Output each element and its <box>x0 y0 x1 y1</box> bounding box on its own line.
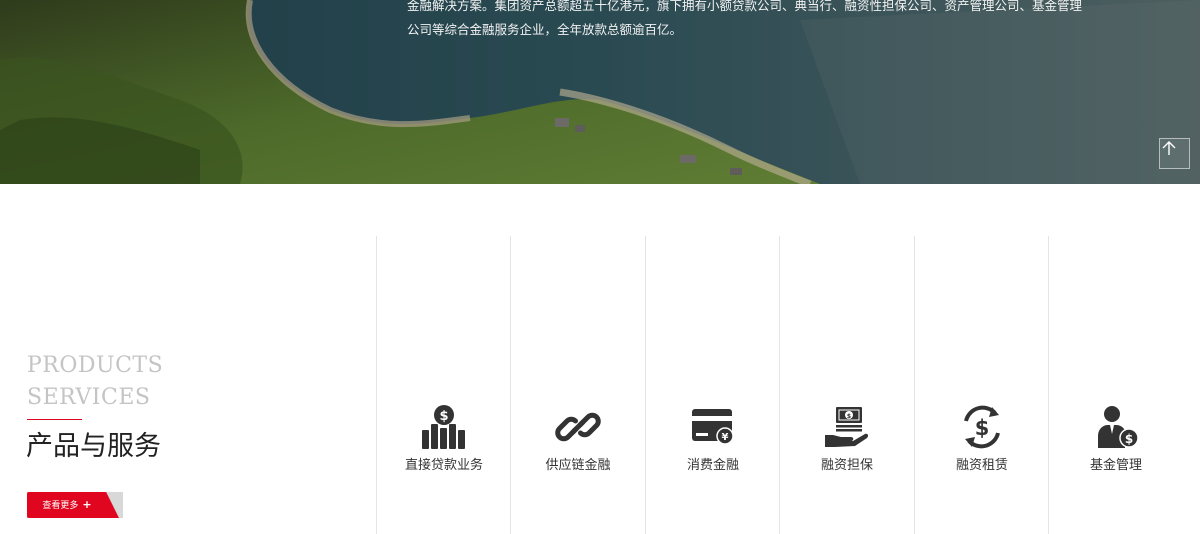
svg-text:¥: ¥ <box>722 432 729 443</box>
title-divider <box>27 419 82 420</box>
product-label: 融资担保 <box>820 458 873 473</box>
section-english-title: PRODUCTS SERVICES <box>27 350 163 414</box>
manager-dollar-icon: $ <box>1049 404 1183 450</box>
product-label: 直接贷款业务 <box>404 458 483 473</box>
arrow-up-icon <box>1162 141 1176 155</box>
products-grid: $ 直接贷款业务 供应链金融 ¥ 消费金融 $ 融资担保 $ 融资租赁 $ 基金… <box>376 236 1184 534</box>
chain-link-icon <box>511 404 645 450</box>
back-to-top-button[interactable] <box>1159 138 1190 169</box>
plus-icon: + <box>82 498 92 511</box>
svg-text:$: $ <box>847 413 851 420</box>
product-label: 基金管理 <box>1089 458 1142 473</box>
product-label: 消费金融 <box>686 458 739 473</box>
product-direct-loan[interactable]: $ 直接贷款业务 <box>376 236 511 534</box>
intro-line-2: 公司等综合金融服务企业，全年放款总额逾百亿。 <box>407 22 683 37</box>
view-more-button[interactable]: 查看更多 + <box>27 492 123 518</box>
loan-chart-icon: $ <box>377 404 511 450</box>
cash-hand-icon: $ <box>780 404 914 450</box>
dollar-cycle-icon: $ <box>915 404 1049 450</box>
card-yuan-icon: ¥ <box>646 404 780 450</box>
product-financing-guarantee[interactable]: $ 融资担保 <box>779 236 914 534</box>
product-supply-chain[interactable]: 供应链金融 <box>510 236 645 534</box>
product-financial-leasing[interactable]: $ 融资租赁 <box>914 236 1049 534</box>
en-title-line-2: SERVICES <box>27 385 151 410</box>
section-title: 产品与服务 <box>26 431 161 462</box>
product-fund-management[interactable]: $ 基金管理 <box>1048 236 1183 534</box>
svg-text:$: $ <box>439 409 448 424</box>
product-consumer-finance[interactable]: ¥ 消费金融 <box>645 236 780 534</box>
svg-text:$: $ <box>975 416 990 440</box>
svg-text:$: $ <box>1125 432 1133 446</box>
intro-line-1: 金融解决方案。集团资产总额超五十亿港元，旗下拥有小额贷款公司、典当行、融资性担保… <box>407 0 1083 13</box>
product-label: 供应链金融 <box>545 458 611 473</box>
view-more-label: 查看更多 + <box>27 492 107 518</box>
view-more-text: 查看更多 <box>42 501 79 511</box>
en-title-line-1: PRODUCTS <box>27 353 164 378</box>
product-label: 融资租赁 <box>955 458 1008 473</box>
company-intro-text: 金融解决方案。集团资产总额超五十亿港元，旗下拥有小额贷款公司、典当行、融资性担保… <box>407 0 1083 42</box>
hero-banner: 金融解决方案。集团资产总额超五十亿港元，旗下拥有小额贷款公司、典当行、融资性担保… <box>0 0 1200 184</box>
